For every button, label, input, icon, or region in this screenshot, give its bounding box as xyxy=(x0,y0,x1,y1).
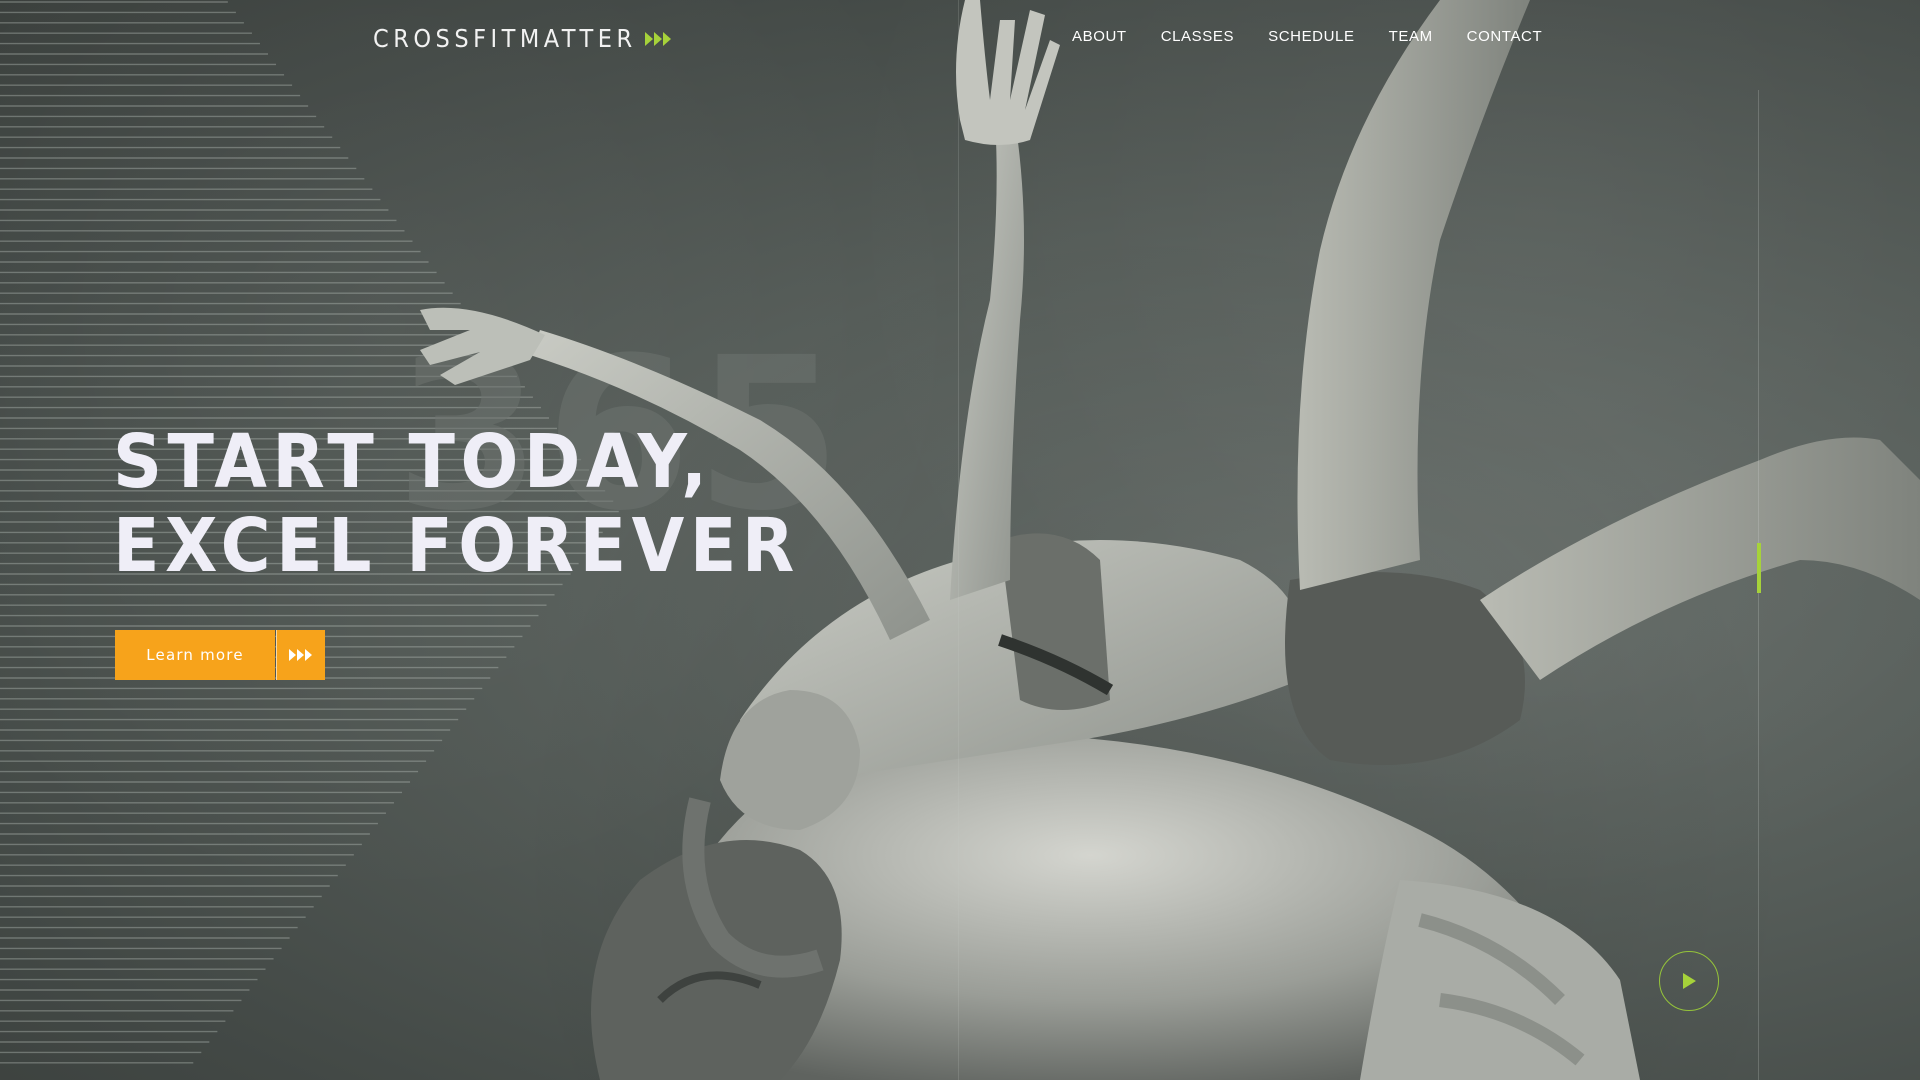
site-header: CROSSFITMATTER ABOUT CLASSES SCHEDULE TE… xyxy=(0,0,1920,80)
logo-text: CROSSFITMATTER xyxy=(373,24,637,53)
learn-more-label: Learn more xyxy=(115,630,275,680)
triple-chevron-right-icon xyxy=(276,630,325,680)
learn-more-button[interactable]: Learn more xyxy=(115,630,325,680)
vertical-divider xyxy=(958,0,959,1080)
hero-headline: START TODAY, EXCEL FOREVER xyxy=(113,420,800,588)
nav-item-team[interactable]: TEAM xyxy=(1389,28,1433,45)
main-nav: ABOUT CLASSES SCHEDULE TEAM CONTACT xyxy=(1072,28,1542,45)
headline-line-2: EXCEL FOREVER xyxy=(113,503,800,589)
nav-item-about[interactable]: ABOUT xyxy=(1072,28,1127,45)
site-logo[interactable]: CROSSFITMATTER xyxy=(373,24,673,53)
nav-item-schedule[interactable]: SCHEDULE xyxy=(1268,28,1355,45)
slide-progress-indicator[interactable] xyxy=(1757,543,1761,593)
triple-chevron-right-icon xyxy=(644,31,673,47)
headline-line-1: START TODAY, xyxy=(113,419,713,505)
nav-item-classes[interactable]: CLASSES xyxy=(1161,28,1234,45)
play-icon xyxy=(1683,973,1696,989)
play-video-button[interactable] xyxy=(1659,951,1719,1011)
nav-item-contact[interactable]: CONTACT xyxy=(1467,28,1543,45)
